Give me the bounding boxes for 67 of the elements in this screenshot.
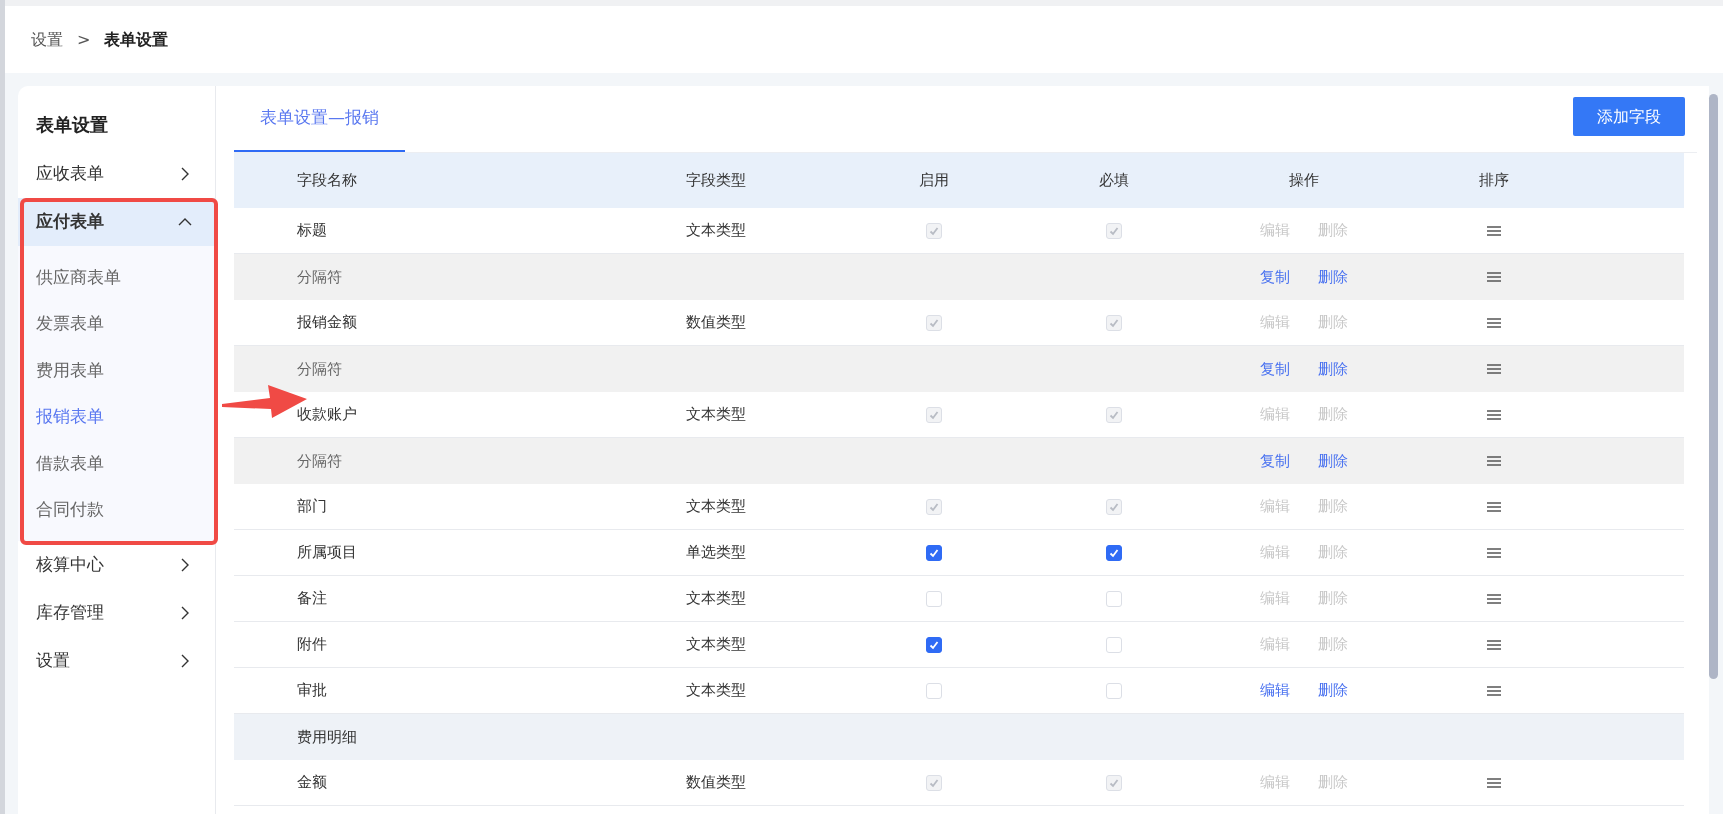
field-name: 审批 (296, 680, 328, 702)
field-name: 备注 (296, 588, 328, 610)
field-type: 单选类型 (685, 542, 747, 564)
drag-handle-icon[interactable] (1486, 316, 1502, 329)
checkbox[interactable] (926, 636, 942, 653)
column-header: 必填 (1098, 170, 1130, 192)
field-name: 分隔符 (296, 266, 343, 288)
field-name: 附件 (296, 634, 328, 656)
column-header: 操作 (1288, 170, 1320, 192)
field-name: 所属项目 (296, 542, 358, 564)
submenu-item[interactable]: 合同付款 (18, 486, 215, 533)
drag-handle-icon[interactable] (1486, 684, 1502, 697)
action-link[interactable]: 复制 (1260, 265, 1290, 289)
field-type: 文本类型 (685, 588, 747, 610)
submenu-item[interactable]: 借款表单 (18, 440, 215, 487)
field-type: 数值类型 (685, 312, 747, 334)
action-link[interactable]: 删除 (1318, 357, 1348, 381)
sidebar-title: 表单设置 (35, 113, 109, 137)
drag-handle-icon[interactable] (1486, 638, 1502, 651)
checkbox[interactable] (926, 544, 942, 561)
field-type: 文本类型 (685, 634, 747, 656)
breadcrumb-item: 表单设置 (104, 28, 169, 51)
action-link[interactable]: 复制 (1260, 357, 1290, 381)
add-field-button[interactable]: 添加字段 (1573, 97, 1685, 136)
drag-handle-icon[interactable] (1486, 546, 1502, 559)
drag-handle-icon[interactable] (1486, 363, 1502, 375)
sidebar-item[interactable]: 核算中心 (18, 541, 215, 589)
field-name: 标题 (296, 220, 328, 242)
field-name: 金额 (296, 772, 328, 794)
breadcrumb-separator: > (77, 28, 91, 51)
scrollbar[interactable] (1709, 94, 1718, 679)
field-name: 分隔符 (296, 358, 343, 380)
field-type: 文本类型 (685, 496, 747, 518)
action-link[interactable]: 删除 (1318, 679, 1348, 702)
column-header: 排序 (1478, 170, 1510, 192)
field-type: 文本类型 (685, 220, 747, 242)
field-name: 报销金额 (296, 312, 358, 334)
drag-handle-icon[interactable] (1486, 455, 1502, 467)
sidebar-item[interactable]: 应收表单 (18, 150, 215, 198)
drag-handle-icon[interactable] (1486, 776, 1502, 789)
submenu-item[interactable]: 费用表单 (18, 347, 215, 394)
drag-handle-icon[interactable] (1486, 408, 1502, 421)
column-header: 字段类型 (685, 170, 747, 192)
submenu-item[interactable]: 供应商表单 (18, 254, 215, 301)
field-type: 数值类型 (685, 772, 747, 794)
submenu-item[interactable]: 报销表单 (18, 393, 215, 440)
sidebar-item[interactable]: 设置 (18, 637, 215, 685)
field-name: 部门 (296, 496, 328, 518)
field-type: 文本类型 (685, 680, 747, 702)
column-header: 启用 (918, 170, 950, 192)
sidebar-item[interactable]: 库存管理 (18, 589, 215, 637)
column-header: 字段名称 (296, 170, 358, 192)
action-link[interactable]: 编辑 (1260, 679, 1290, 702)
drag-handle-icon[interactable] (1486, 271, 1502, 283)
checkbox[interactable] (1106, 544, 1122, 561)
field-type: 文本类型 (685, 404, 747, 426)
drag-handle-icon[interactable] (1486, 500, 1502, 513)
field-name: 收款账户 (296, 404, 358, 426)
field-name: 分隔符 (296, 450, 343, 472)
drag-handle-icon[interactable] (1486, 592, 1502, 605)
action-link[interactable]: 删除 (1318, 449, 1348, 473)
action-link[interactable]: 删除 (1318, 265, 1348, 289)
action-link[interactable]: 复制 (1260, 449, 1290, 473)
drag-handle-icon[interactable] (1486, 224, 1502, 237)
submenu-item[interactable]: 发票表单 (18, 300, 215, 347)
field-name: 费用明细 (296, 726, 358, 748)
breadcrumb-item[interactable]: 设置 (31, 27, 63, 52)
